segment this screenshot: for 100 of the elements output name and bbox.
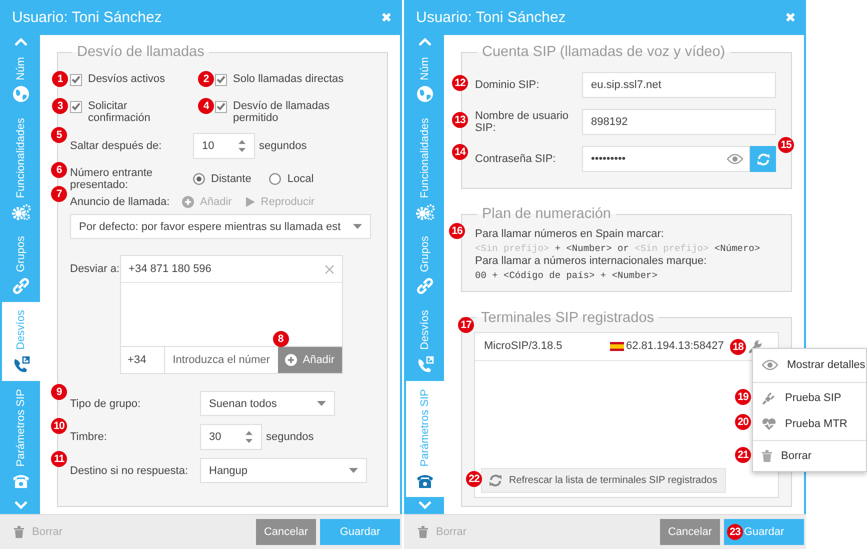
checkbox[interactable] [70, 101, 82, 113]
checkbox[interactable] [215, 101, 227, 113]
number-badge: 23 [727, 524, 743, 540]
text-field[interactable]: eu.sip.ssl7.net [582, 72, 776, 98]
field-label: Dominio SIP: [475, 79, 540, 91]
checkbox-label: Desvío de llamadas permitido [233, 100, 331, 124]
trash-icon [418, 526, 428, 538]
delete-button[interactable]: Borrar [418, 526, 467, 538]
plus-icon [284, 354, 297, 366]
radio-button[interactable] [269, 173, 282, 185]
section-title: Desvío de llamadas [76, 44, 206, 60]
number-badge: 11 [51, 451, 67, 467]
eye-icon [762, 360, 778, 370]
radio-label: Distante [211, 173, 252, 185]
section-title: Terminales SIP registrados [480, 310, 656, 326]
field-label: Número entrante presentado: [70, 167, 154, 191]
number-badge: 10 [51, 418, 67, 434]
sidebar-tab[interactable]: Grupos [406, 228, 444, 302]
plus-icon [182, 196, 194, 208]
spain-flag-icon [610, 342, 624, 351]
number-badge: 16 [449, 223, 465, 239]
field-label: Tipo de grupo: [70, 398, 142, 410]
delete-button[interactable]: Borrar [14, 526, 63, 538]
section-title: Plan de numeración [481, 206, 612, 222]
list-entry[interactable]: +34 871 180 596 [120, 256, 342, 283]
sidebar-tab[interactable]: Parámetros SIP [406, 381, 444, 497]
radio-button[interactable] [193, 173, 205, 185]
field-label: Desviar a: [70, 263, 120, 275]
close-button[interactable]: ✖ [785, 10, 796, 25]
sidebar-tab[interactable]: Desvíos [2, 302, 40, 382]
sidebar-tab[interactable]: Desvíos [406, 302, 444, 382]
text-field[interactable]: 898192 [582, 109, 776, 135]
number-badge: 18 [730, 338, 746, 355]
number-badge: 5 [51, 127, 67, 143]
dropdown[interactable]: Suenan todos [200, 391, 335, 416]
dropdown[interactable]: Por defecto: por favor espere mientras su llamada est [70, 214, 371, 239]
field-label: Contraseña SIP: [475, 153, 557, 165]
save-button[interactable]: Guardar [320, 519, 400, 545]
cancel-button[interactable]: Cancelar [660, 519, 720, 545]
password-field[interactable]: ••••••••• [582, 146, 750, 172]
sidebar-tab[interactable]: Funcionalidades [2, 110, 40, 228]
refresh-icon [489, 474, 502, 487]
refresh-icon [756, 152, 770, 166]
field-label: Nombre de usuario SIP: [475, 110, 570, 134]
field-label: Saltar después de: [70, 140, 163, 152]
window-title: Usuario: Toni Sánchez [12, 9, 162, 26]
terminal-name: MicroSIP/3.18.5 [484, 340, 564, 352]
menu-item[interactable]: Borrar [753, 440, 866, 469]
eye-icon [727, 154, 743, 164]
number-field[interactable]: 10 [193, 133, 255, 159]
chevron-up-icon [14, 38, 28, 46]
unit-label: segundos [266, 431, 314, 443]
save-button[interactable]: 23 Guardar [724, 519, 804, 545]
section-title: Cuenta SIP (llamadas de voz y vídeo) [481, 44, 726, 60]
field-label: Destino si no respuesta: [70, 464, 190, 476]
sidebar-tab[interactable]: Grupos [2, 228, 40, 302]
link-icon [13, 278, 29, 294]
close-button[interactable]: ✖ [381, 10, 392, 25]
dial-pattern: 00 + <Código de país> + <Number> [475, 269, 658, 283]
phone-forward-icon [416, 356, 434, 374]
number-badge: 1 [52, 71, 68, 87]
sidebar-tab[interactable]: Parámetros SIP [2, 381, 40, 497]
number-badge: 4 [198, 98, 214, 114]
caret-icon [317, 401, 326, 406]
regenerate-button[interactable] [750, 146, 776, 172]
chevron-up-icon [418, 38, 432, 46]
dropdown[interactable]: Hangup [200, 458, 367, 483]
number-badge: 2 [198, 71, 214, 87]
spinner-arrows-icon [238, 139, 246, 153]
unit-label: segundos [259, 140, 307, 152]
checkbox-label: Desvíos activos [88, 73, 166, 85]
menu-item[interactable]: Prueba SIP [753, 382, 866, 411]
dial-pattern: <Sin prefijo> + <Number> or <Sin prefijo> <Número> [475, 242, 760, 256]
field-label: Anuncio de llamada: [70, 196, 171, 208]
trash-icon [14, 526, 24, 538]
number-badge: 13 [452, 112, 468, 128]
sidebar-tab[interactable]: Núm [406, 49, 444, 110]
menu-item[interactable]: Prueba MTR [753, 411, 866, 436]
number-badge: 8 [272, 331, 289, 347]
checkbox[interactable] [215, 74, 227, 86]
refresh-button[interactable]: Refrescar la lista de terminales SIP registrados [481, 468, 726, 493]
spinner-arrows-icon [245, 430, 253, 444]
play-link[interactable]: Reproducir [246, 196, 315, 208]
globe-icon [417, 86, 433, 102]
add-button[interactable]: Añadir [278, 347, 342, 373]
number-badge: 7 [51, 186, 67, 202]
number-field[interactable]: 30 [200, 424, 262, 450]
checkbox[interactable] [70, 74, 82, 86]
ip-address: 62.81.194.13:58427 [626, 340, 724, 352]
cancel-button[interactable]: Cancelar [256, 519, 316, 545]
number-badge: 17 [458, 316, 474, 333]
sidebar-tab[interactable]: Núm [2, 49, 40, 110]
phone-forward-icon [12, 356, 30, 374]
desk-phone-icon [12, 472, 30, 489]
caret-icon [349, 468, 358, 473]
add-link[interactable]: Añadir [182, 196, 232, 208]
checkbox-label: Solicitar confirmación [88, 100, 152, 124]
sidebar-tab[interactable]: Funcionalidades [406, 110, 444, 228]
heartbeat-icon [762, 418, 776, 430]
desk-phone-icon [416, 472, 434, 489]
